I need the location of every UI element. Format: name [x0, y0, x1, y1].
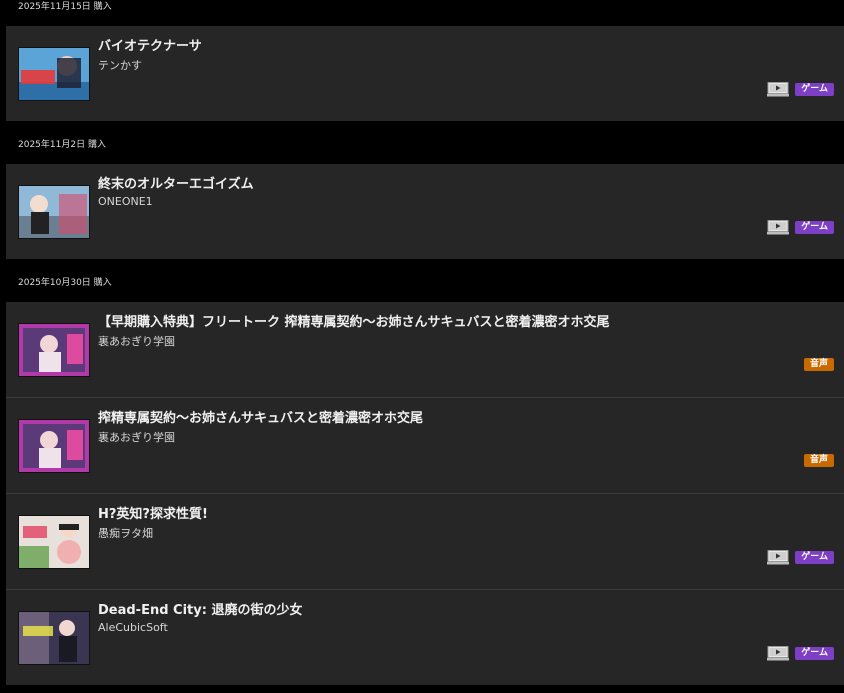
list-item[interactable]: Dead-End City: 退廃の街の少女 AleCubicSoft ゲーム	[6, 589, 844, 685]
badge-area: ゲーム	[767, 82, 834, 97]
product-title[interactable]: 【早期購入特典】フリートーク 搾精専属契約～お姉さんサキュバスと密着濃密オホ交尾	[98, 311, 610, 330]
list-item[interactable]: 搾精専属契約～お姉さんサキュバスと密着濃密オホ交尾 裏あおぎり学園 音声	[6, 397, 844, 493]
category-badge: ゲーム	[795, 647, 834, 660]
category-badge: 音声	[803, 358, 834, 371]
purchase-group: 2025年11月2日 購入 終末のオルターエゴイズム ONEONE1 ゲーム	[0, 138, 844, 259]
category-badge: 音声	[803, 454, 834, 467]
list-item[interactable]: 終末のオルターエゴイズム ONEONE1 ゲーム	[6, 164, 844, 259]
purchase-group: 2025年10月30日 購入 【早期購入特典】フリートーク 搾精専属契約～お姉さ…	[0, 276, 844, 685]
list-item[interactable]: バイオテクナーサ テンかす ゲーム	[6, 26, 844, 121]
badge-area: ゲーム	[767, 220, 834, 235]
badge-area: ゲーム	[767, 550, 834, 565]
category-badge: ゲーム	[795, 551, 834, 564]
purchase-date: 2025年11月15日 購入	[18, 2, 112, 12]
pc-play-icon	[767, 550, 790, 565]
category-badge: ゲーム	[795, 221, 834, 234]
product-thumbnail[interactable]	[18, 47, 90, 101]
purchase-date: 2025年11月2日 購入	[18, 140, 106, 150]
purchase-card: バイオテクナーサ テンかす ゲーム	[6, 26, 844, 121]
product-thumbnail[interactable]	[18, 515, 90, 569]
product-title[interactable]: Dead-End City: 退廃の街の少女	[98, 599, 302, 618]
purchase-card: 終末のオルターエゴイズム ONEONE1 ゲーム	[6, 164, 844, 259]
product-title[interactable]: H?英知?探求性質!	[98, 503, 208, 522]
badge-area: 音声	[803, 358, 834, 371]
product-thumbnail[interactable]	[18, 419, 90, 473]
purchase-date: 2025年10月30日 購入	[18, 278, 112, 288]
product-thumbnail[interactable]	[18, 611, 90, 665]
pc-play-icon	[767, 82, 790, 97]
product-title[interactable]: 搾精専属契約～お姉さんサキュバスと密着濃密オホ交尾	[98, 407, 423, 426]
purchase-group: 2025年11月15日 購入 バイオテクナーサ テンかす ゲーム	[0, 0, 844, 121]
maker-name[interactable]: AleCubicSoft	[98, 621, 168, 634]
maker-name[interactable]: テンかす	[98, 57, 142, 73]
list-item[interactable]: 【早期購入特典】フリートーク 搾精専属契約～お姉さんサキュバスと密着濃密オホ交尾…	[6, 302, 844, 397]
maker-name[interactable]: 裏あおぎり学園	[98, 333, 175, 349]
maker-name[interactable]: 愚痴ヲタ畑	[98, 525, 153, 541]
category-badge: ゲーム	[795, 83, 834, 96]
badge-area: 音声	[803, 454, 834, 467]
maker-name[interactable]: ONEONE1	[98, 195, 153, 208]
product-title[interactable]: バイオテクナーサ	[98, 35, 202, 54]
product-title[interactable]: 終末のオルターエゴイズム	[98, 173, 254, 192]
pc-play-icon	[767, 646, 790, 661]
product-thumbnail[interactable]	[18, 323, 90, 377]
maker-name[interactable]: 裏あおぎり学園	[98, 429, 175, 445]
list-item[interactable]: H?英知?探求性質! 愚痴ヲタ畑 ゲーム	[6, 493, 844, 589]
pc-play-icon	[767, 220, 790, 235]
purchase-card: 【早期購入特典】フリートーク 搾精専属契約～お姉さんサキュバスと密着濃密オホ交尾…	[6, 302, 844, 685]
purchase-history: 2025年11月15日 購入 バイオテクナーサ テンかす ゲーム 2025年11…	[0, 0, 844, 685]
badge-area: ゲーム	[767, 646, 834, 661]
product-thumbnail[interactable]	[18, 185, 90, 239]
